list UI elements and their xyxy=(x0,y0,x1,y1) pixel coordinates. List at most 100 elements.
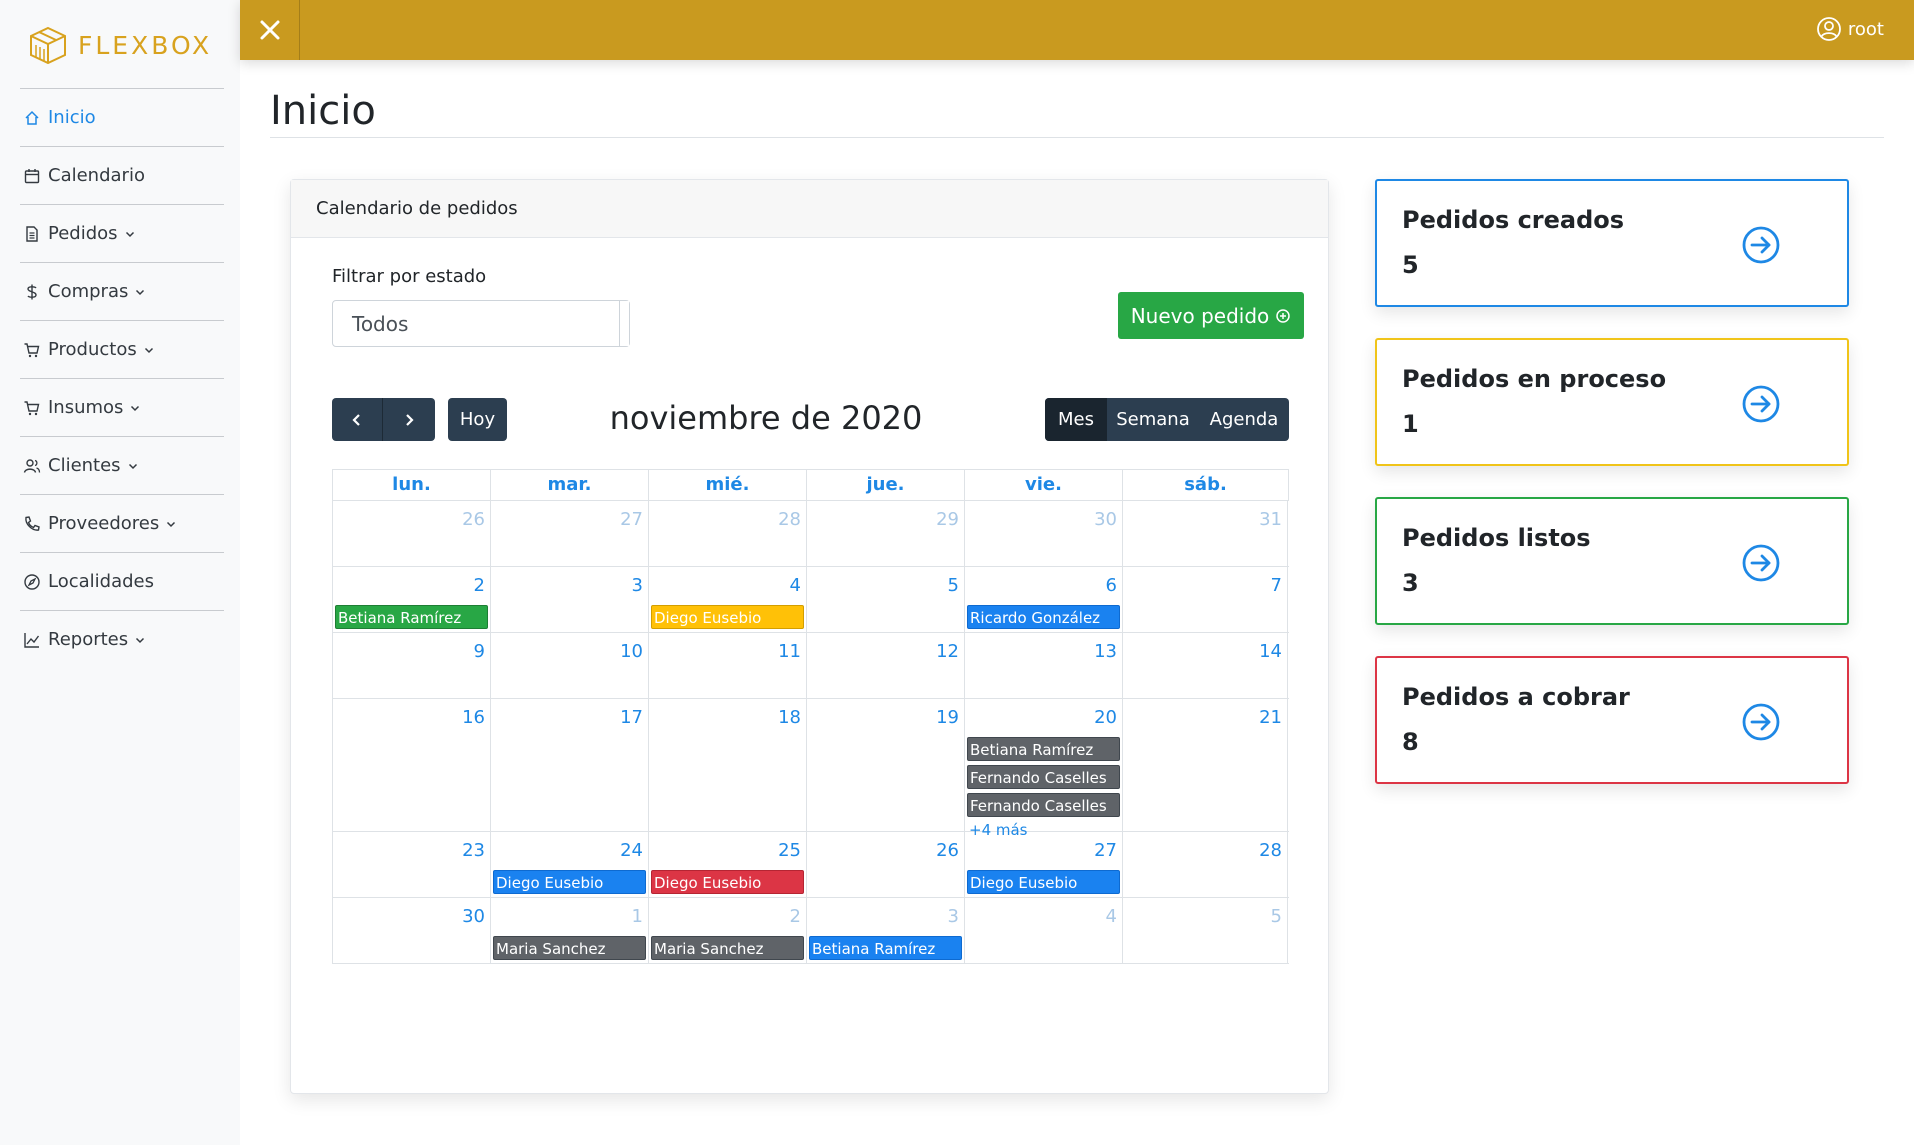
view-agenda-button[interactable]: Agenda xyxy=(1199,398,1289,441)
day-number[interactable]: 27 xyxy=(620,509,643,530)
day-number[interactable]: 2 xyxy=(474,575,485,596)
day-number[interactable]: 6 xyxy=(1106,575,1117,596)
view-month-button[interactable]: Mes xyxy=(1045,398,1107,441)
arrow-right-circle-icon[interactable] xyxy=(1741,543,1781,583)
sidebar-item-pedidos[interactable]: Pedidos xyxy=(20,204,224,262)
calendar-day[interactable]: 11 xyxy=(649,633,807,698)
calendar-day[interactable]: 26 xyxy=(333,501,491,566)
calendar-day[interactable]: 17 xyxy=(491,699,649,831)
day-number[interactable]: 21 xyxy=(1259,707,1282,728)
calendar-day[interactable]: 14 xyxy=(1123,633,1288,698)
user-menu[interactable]: root xyxy=(1816,16,1884,42)
calendar-day[interactable]: 4 xyxy=(965,898,1123,963)
sidebar-item-inicio[interactable]: Inicio xyxy=(20,88,224,146)
stat-card[interactable]: Pedidos creados 5 xyxy=(1375,179,1849,307)
calendar-day[interactable]: 6 Ricardo González xyxy=(965,567,1123,632)
day-number[interactable]: 2 xyxy=(790,906,801,927)
view-week-button[interactable]: Semana xyxy=(1107,398,1199,441)
day-number[interactable]: 20 xyxy=(1094,707,1117,728)
brand-logo[interactable]: FLEXBOX xyxy=(28,24,212,66)
day-number[interactable]: 3 xyxy=(948,906,959,927)
calendar-day[interactable]: 27 Diego Eusebio xyxy=(965,832,1123,897)
day-number[interactable]: 4 xyxy=(1106,906,1117,927)
sidebar-item-calendario[interactable]: Calendario xyxy=(20,146,224,204)
day-number[interactable]: 18 xyxy=(778,707,801,728)
calendar-day[interactable]: 2 Betiana Ramírez xyxy=(333,567,491,632)
calendar-day[interactable]: 19 xyxy=(807,699,965,831)
calendar-day[interactable]: 25 Diego Eusebio xyxy=(649,832,807,897)
day-number[interactable]: 19 xyxy=(936,707,959,728)
calendar-day[interactable]: 30 xyxy=(965,501,1123,566)
arrow-right-circle-icon[interactable] xyxy=(1741,702,1781,742)
sidebar-item-localidades[interactable]: Localidades xyxy=(20,552,224,610)
day-number[interactable]: 5 xyxy=(1271,906,1282,927)
calendar-day[interactable]: 16 xyxy=(333,699,491,831)
calendar-day[interactable]: 10 xyxy=(491,633,649,698)
calendar-event[interactable]: Betiana Ramírez xyxy=(335,605,488,629)
day-number[interactable]: 23 xyxy=(462,840,485,861)
calendar-day[interactable]: 12 xyxy=(807,633,965,698)
calendar-day[interactable]: 13 xyxy=(965,633,1123,698)
day-number[interactable]: 27 xyxy=(1094,840,1117,861)
day-number[interactable]: 24 xyxy=(620,840,643,861)
day-number[interactable]: 11 xyxy=(778,641,801,662)
day-number[interactable]: 17 xyxy=(620,707,643,728)
day-number[interactable]: 5 xyxy=(948,575,959,596)
sidebar-item-reportes[interactable]: Reportes xyxy=(20,610,224,668)
prev-month-button[interactable] xyxy=(332,398,383,441)
arrow-right-circle-icon[interactable] xyxy=(1741,384,1781,424)
calendar-day[interactable]: 28 xyxy=(649,501,807,566)
calendar-day[interactable]: 9 xyxy=(333,633,491,698)
calendar-event[interactable]: Betiana Ramírez xyxy=(967,737,1120,761)
calendar-day[interactable]: 27 xyxy=(491,501,649,566)
close-sidebar-button[interactable] xyxy=(240,0,300,60)
calendar-event[interactable]: Diego Eusebio xyxy=(651,605,804,629)
calendar-event[interactable]: Diego Eusebio xyxy=(493,870,646,894)
next-month-button[interactable] xyxy=(383,398,434,441)
day-number[interactable]: 12 xyxy=(936,641,959,662)
calendar-day[interactable]: 21 xyxy=(1123,699,1288,831)
calendar-event[interactable]: Diego Eusebio xyxy=(651,870,804,894)
calendar-day[interactable]: 30 xyxy=(333,898,491,963)
calendar-event[interactable]: Fernando Caselles xyxy=(967,793,1120,817)
calendar-day[interactable]: 31 xyxy=(1123,501,1288,566)
sidebar-item-clientes[interactable]: Clientes xyxy=(20,436,224,494)
calendar-day[interactable]: 18 xyxy=(649,699,807,831)
day-number[interactable]: 14 xyxy=(1259,641,1282,662)
calendar-event[interactable]: Betiana Ramírez xyxy=(809,936,962,960)
calendar-day[interactable]: 1 Maria Sanchez xyxy=(491,898,649,963)
calendar-day[interactable]: 5 xyxy=(807,567,965,632)
calendar-day[interactable]: 5 xyxy=(1123,898,1288,963)
stat-card[interactable]: Pedidos en proceso 1 xyxy=(1375,338,1849,466)
calendar-event[interactable]: Diego Eusebio xyxy=(967,870,1120,894)
day-number[interactable]: 10 xyxy=(620,641,643,662)
sidebar-item-proveedores[interactable]: Proveedores xyxy=(20,494,224,552)
new-order-button[interactable]: Nuevo pedido xyxy=(1118,292,1304,339)
calendar-event[interactable]: Ricardo González xyxy=(967,605,1120,629)
day-number[interactable]: 26 xyxy=(462,509,485,530)
sidebar-item-productos[interactable]: Productos xyxy=(20,320,224,378)
calendar-event[interactable]: Maria Sanchez xyxy=(493,936,646,960)
calendar-day[interactable]: 23 xyxy=(333,832,491,897)
arrow-right-circle-icon[interactable] xyxy=(1741,225,1781,265)
sidebar-item-insumos[interactable]: Insumos xyxy=(20,378,224,436)
calendar-day[interactable]: 20 Betiana Ramírez Fernando Caselles Fernan… xyxy=(965,699,1123,839)
calendar-event[interactable]: Maria Sanchez xyxy=(651,936,804,960)
day-number[interactable]: 16 xyxy=(462,707,485,728)
calendar-day[interactable]: 2 Maria Sanchez xyxy=(649,898,807,963)
day-number[interactable]: 31 xyxy=(1259,509,1282,530)
calendar-day[interactable]: 24 Diego Eusebio xyxy=(491,832,649,897)
day-number[interactable]: 25 xyxy=(778,840,801,861)
day-number[interactable]: 28 xyxy=(1259,840,1282,861)
day-number[interactable]: 7 xyxy=(1271,575,1282,596)
calendar-day[interactable]: 7 xyxy=(1123,567,1288,632)
day-number[interactable]: 13 xyxy=(1094,641,1117,662)
day-number[interactable]: 4 xyxy=(790,575,801,596)
day-number[interactable]: 28 xyxy=(778,509,801,530)
status-filter-select[interactable]: Todos xyxy=(332,300,630,347)
day-number[interactable]: 26 xyxy=(936,840,959,861)
day-number[interactable]: 29 xyxy=(936,509,959,530)
calendar-event[interactable]: Fernando Caselles xyxy=(967,765,1120,789)
sidebar-item-compras[interactable]: Compras xyxy=(20,262,224,320)
calendar-day[interactable]: 26 xyxy=(807,832,965,897)
